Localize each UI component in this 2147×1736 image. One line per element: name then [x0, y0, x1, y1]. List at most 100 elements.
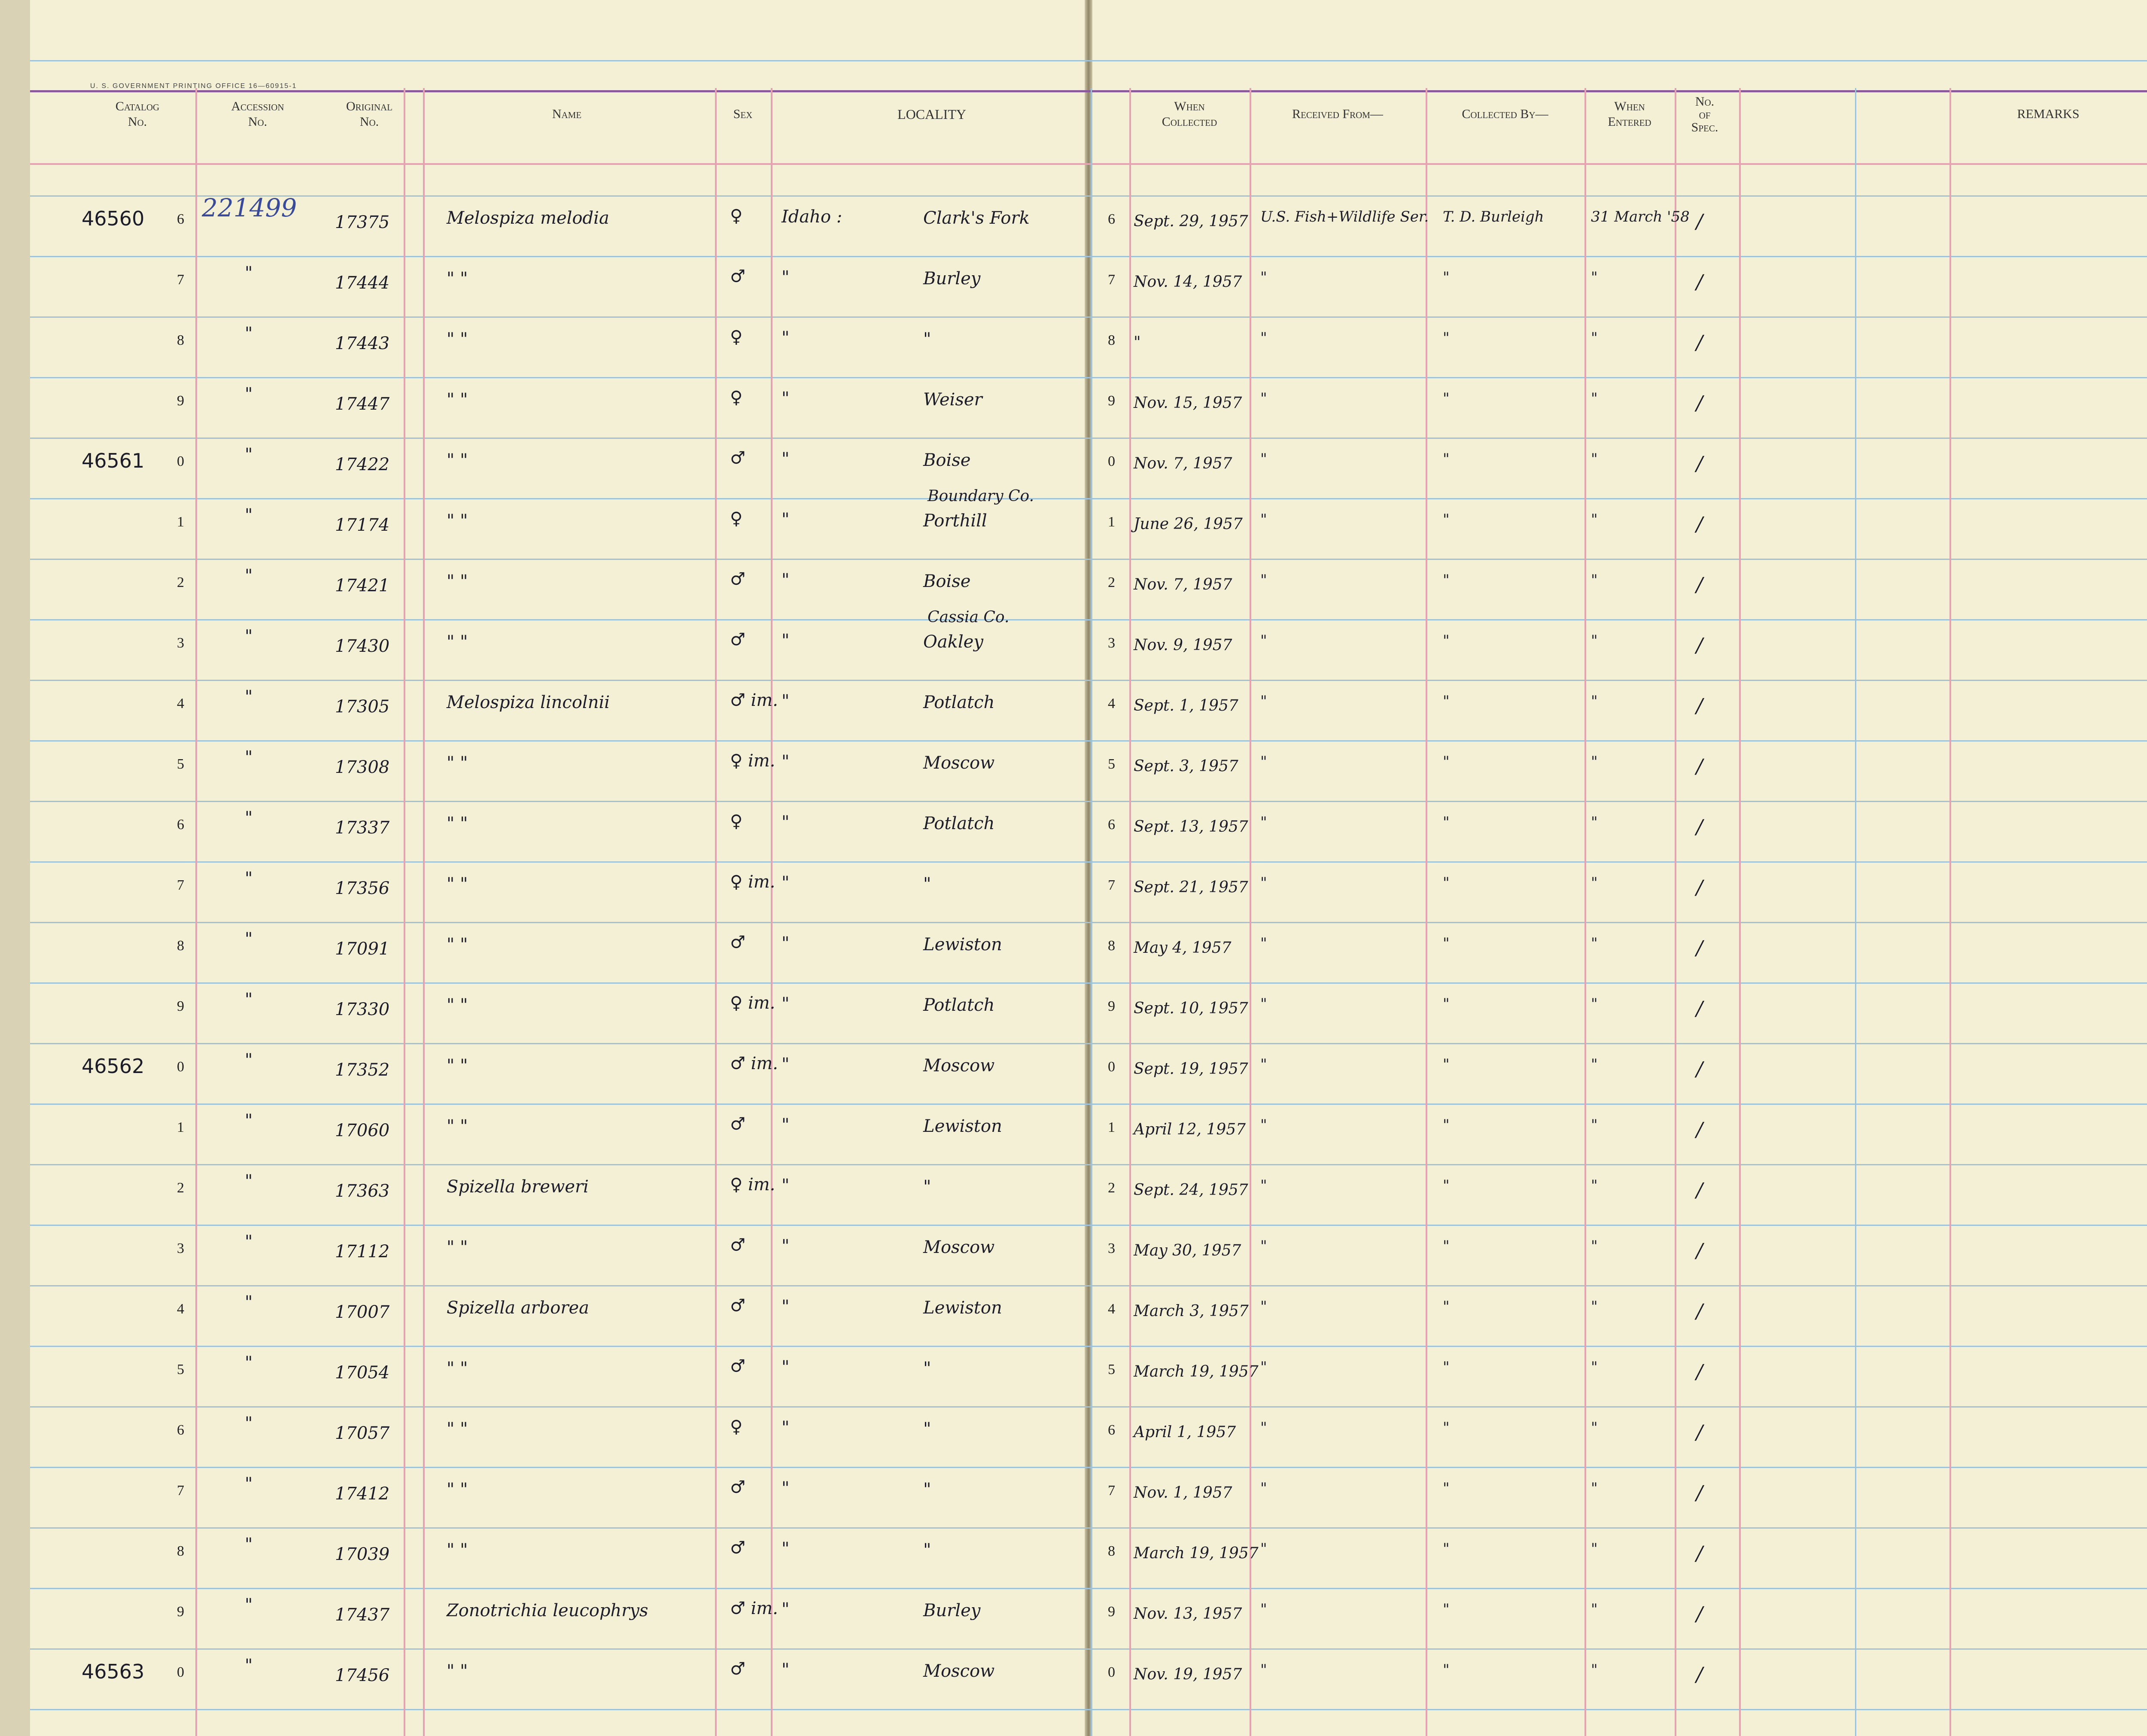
received-from: U.S. Fish+Wildlife Ser.	[1260, 208, 1429, 225]
header-sex: Sex	[733, 107, 753, 121]
when-entered: "	[1591, 269, 1598, 286]
locality: Potlatch	[923, 814, 995, 833]
collected-by: "	[1443, 693, 1450, 710]
row-digit-right: 7	[1108, 877, 1115, 893]
row-rule	[30, 1225, 2147, 1226]
locality: Lewiston	[923, 1116, 1002, 1136]
species-name: " "	[447, 1661, 468, 1681]
row-rule	[30, 316, 2147, 318]
locality-county: Cassia Co.	[928, 608, 1010, 626]
sex: ♀ im.	[730, 751, 775, 771]
header-when-collected: When Collected	[1162, 99, 1217, 129]
sex: ♀ im.	[730, 1175, 775, 1195]
row-digit-right: 0	[1108, 1059, 1115, 1075]
catalog-number: 46563	[82, 1660, 145, 1683]
collected-by: "	[1443, 1116, 1450, 1134]
locality: "	[923, 1480, 931, 1499]
locality: Weiser	[923, 390, 982, 410]
spec-count: /	[1696, 1481, 1703, 1504]
row-rule	[30, 377, 2147, 378]
spec-count: /	[1696, 391, 1703, 414]
column-rule	[715, 88, 717, 1736]
spec-count: /	[1696, 997, 1703, 1020]
column-rule	[404, 88, 405, 1736]
header-no-spec: No. of Spec.	[1691, 94, 1718, 134]
sex: ♂	[730, 448, 745, 468]
accession-number: "	[245, 1171, 253, 1191]
collected-by: "	[1443, 1056, 1450, 1073]
column-rule	[1584, 88, 1586, 1736]
locality-state: "	[782, 1236, 790, 1256]
received-from: "	[1260, 753, 1267, 770]
accession-number: "	[245, 1232, 253, 1252]
accession-number: "	[245, 1111, 253, 1131]
column-rule	[1675, 88, 1676, 1736]
locality-state: "	[782, 570, 790, 590]
sex: ♂	[730, 1296, 745, 1316]
row-rule	[30, 740, 2147, 742]
accession-number: "	[245, 929, 253, 949]
column-rule	[423, 88, 425, 1736]
locality-state: "	[782, 510, 790, 529]
row-rule	[30, 922, 2147, 923]
date-collected: Sept. 21, 1957	[1134, 879, 1248, 896]
catalog-digit: 2	[177, 575, 184, 590]
species-name: " "	[447, 753, 468, 773]
original-number: 17412	[335, 1484, 390, 1504]
column-rule	[1426, 88, 1427, 1736]
collected-by: "	[1443, 1419, 1450, 1436]
locality-state: "	[782, 933, 790, 953]
original-number: 17337	[335, 818, 390, 838]
when-entered: "	[1591, 329, 1598, 347]
received-from: "	[1260, 995, 1267, 1012]
accession-number: "	[245, 505, 253, 525]
received-from: "	[1260, 935, 1267, 952]
locality-state: "	[782, 1055, 790, 1074]
gpo-imprint: U. S. GOVERNMENT PRINTING OFFICE 16—6091…	[90, 82, 297, 90]
row-rule	[30, 1043, 2147, 1044]
catalog-digit: 0	[177, 1059, 184, 1075]
ledger-book: U. S. GOVERNMENT PRINTING OFFICE 16—6091…	[0, 0, 2147, 1736]
header-when-entered: When Entered	[1608, 99, 1651, 129]
when-entered: "	[1591, 511, 1598, 528]
when-entered: "	[1591, 1540, 1598, 1557]
when-entered: "	[1591, 1298, 1598, 1315]
catalog-digit: 6	[177, 211, 184, 227]
when-entered: "	[1591, 1661, 1598, 1678]
received-from: "	[1260, 390, 1267, 407]
spec-count: /	[1696, 876, 1703, 899]
accession-number: "	[245, 687, 253, 707]
row-digit-right: 4	[1108, 696, 1115, 711]
row-rule	[30, 1709, 2147, 1710]
sex: ♂	[730, 1235, 745, 1255]
row-digit-right: 9	[1108, 998, 1115, 1014]
spec-count: /	[1696, 1420, 1703, 1444]
date-collected: Sept. 29, 1957	[1134, 213, 1248, 230]
date-collected: Sept. 1, 1957	[1134, 697, 1238, 714]
date-collected: May 4, 1957	[1134, 939, 1232, 957]
species-name: " "	[447, 935, 468, 955]
date-collected: Nov. 1, 1957	[1134, 1484, 1232, 1502]
date-collected: April 12, 1957	[1134, 1121, 1246, 1138]
locality-state: "	[782, 389, 790, 408]
species-name: Zonotrichia leucophrys	[447, 1601, 648, 1620]
date-collected: Sept. 19, 1957	[1134, 1060, 1248, 1078]
date-collected: March 3, 1957	[1134, 1302, 1249, 1320]
accession-number: "	[245, 324, 253, 344]
original-number: 17437	[335, 1605, 390, 1625]
species-name: " "	[447, 1480, 468, 1499]
sex: ♀	[730, 327, 743, 347]
locality: Moscow	[923, 753, 995, 773]
collected-by: "	[1443, 572, 1450, 589]
received-from: "	[1260, 450, 1267, 468]
column-rule	[1129, 88, 1131, 1736]
locality: Clark's Fork	[923, 208, 1030, 228]
collected-by: "	[1443, 753, 1450, 770]
sex: ♂	[730, 569, 745, 589]
locality-state: "	[782, 449, 790, 469]
when-entered: "	[1591, 1601, 1598, 1618]
when-entered: "	[1591, 753, 1598, 770]
date-collected: Sept. 3, 1957	[1134, 757, 1238, 775]
species-name: " "	[447, 1116, 468, 1136]
date-collected: May 30, 1957	[1134, 1242, 1241, 1259]
